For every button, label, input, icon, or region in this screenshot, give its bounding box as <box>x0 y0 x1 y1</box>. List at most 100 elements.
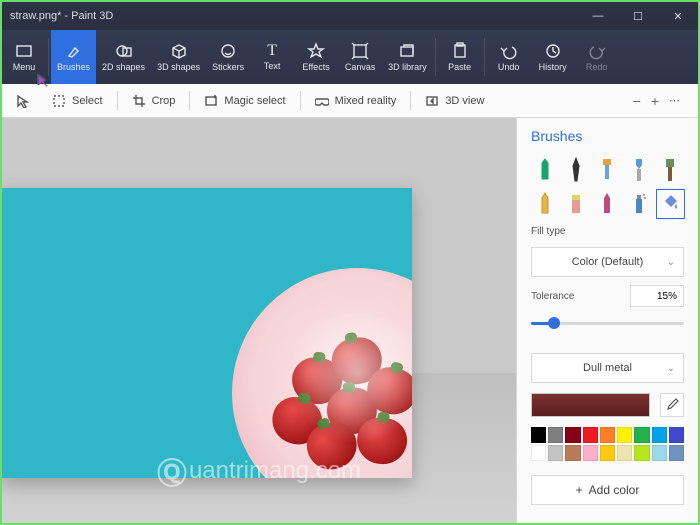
maximize-button[interactable]: ☐ <box>618 2 658 30</box>
tolerance-label: Tolerance <box>531 291 574 302</box>
menu-button[interactable]: Menu <box>2 30 46 84</box>
palette-swatch[interactable] <box>531 445 546 461</box>
side-panel: Brushes Fill type Color (Default) ⌄ Tole… <box>516 118 698 523</box>
palette-swatch[interactable] <box>600 445 615 461</box>
3d-library-tab[interactable]: 3D library <box>382 30 433 84</box>
history-icon <box>544 42 562 60</box>
brush-icon <box>65 42 83 60</box>
redo-button[interactable]: Redo <box>575 30 619 84</box>
palette-swatch[interactable] <box>617 427 632 443</box>
pointer-tool[interactable] <box>8 90 38 112</box>
palette-swatch[interactable] <box>634 427 649 443</box>
palette-swatch[interactable] <box>565 427 580 443</box>
select-tool[interactable]: Select <box>44 90 111 112</box>
brush-oil[interactable] <box>594 156 621 184</box>
select-icon <box>52 94 66 108</box>
effects-tab[interactable]: Effects <box>294 30 338 84</box>
minimize-button[interactable]: — <box>578 2 618 30</box>
3d-shapes-tab[interactable]: 3D shapes <box>151 30 206 84</box>
palette-swatch[interactable] <box>600 427 615 443</box>
ribbon-toolbar: Menu Brushes 2D shapes 3D shapes Sticker… <box>2 30 698 84</box>
3d-library-icon <box>398 42 416 60</box>
tolerance-slider[interactable] <box>531 315 684 331</box>
pointer-icon <box>16 94 30 108</box>
close-button[interactable]: ✕ <box>658 2 698 30</box>
image-strawberry <box>266 391 329 451</box>
menu-icon <box>15 42 33 60</box>
current-color-swatch[interactable] <box>531 393 650 417</box>
brush-fill[interactable] <box>657 190 684 218</box>
separator <box>410 91 411 111</box>
paste-label: Paste <box>448 62 471 72</box>
canvas-icon <box>351 42 369 60</box>
palette-swatch[interactable] <box>531 427 546 443</box>
chevron-down-icon: ⌄ <box>667 363 675 374</box>
brush-spray[interactable] <box>625 190 652 218</box>
palette-swatch[interactable] <box>548 445 563 461</box>
palette-swatch[interactable] <box>565 445 580 461</box>
menu-label: Menu <box>13 62 36 72</box>
history-label: History <box>539 62 567 72</box>
magic-select-label: Magic select <box>224 95 285 107</box>
palette-swatch[interactable] <box>652 445 667 461</box>
zoom-more-button[interactable]: ⋯ <box>669 94 682 107</box>
chevron-down-icon: ⌄ <box>667 257 675 268</box>
crop-label: Crop <box>152 95 176 107</box>
palette-swatch[interactable] <box>583 427 598 443</box>
canvas-tab[interactable]: Canvas <box>338 30 382 84</box>
fill-type-label: Fill type <box>531 226 684 237</box>
2d-shapes-label: 2D shapes <box>102 62 145 72</box>
palette-swatch[interactable] <box>617 445 632 461</box>
text-icon: T <box>267 43 277 59</box>
image-plate <box>232 268 412 478</box>
2d-shapes-icon <box>115 42 133 60</box>
content-area: Ⓠuantrimang.com Brushes Fill type Color … <box>2 118 698 523</box>
2d-shapes-tab[interactable]: 2D shapes <box>96 30 151 84</box>
palette-swatch[interactable] <box>634 445 649 461</box>
3d-view-label: 3D view <box>445 95 484 107</box>
brushes-label: Brushes <box>57 62 90 72</box>
undo-icon <box>500 42 518 60</box>
fill-type-select[interactable]: Color (Default) ⌄ <box>531 247 684 277</box>
undo-button[interactable]: Undo <box>487 30 531 84</box>
3d-shapes-label: 3D shapes <box>157 62 200 72</box>
3d-view-icon <box>425 94 439 108</box>
canvas-image[interactable] <box>2 188 412 478</box>
palette-swatch[interactable] <box>652 427 667 443</box>
paste-button[interactable]: Paste <box>438 30 482 84</box>
crop-tool[interactable]: Crop <box>124 90 184 112</box>
zoom-in-button[interactable]: + <box>651 93 659 109</box>
brush-pixel[interactable] <box>657 156 684 184</box>
eyedropper-icon <box>665 398 679 412</box>
image-strawberry <box>289 355 345 408</box>
palette-swatch[interactable] <box>669 445 684 461</box>
brushes-tab[interactable]: Brushes <box>51 30 96 84</box>
brush-crayon[interactable] <box>594 190 621 218</box>
zoom-out-button[interactable]: − <box>633 93 641 109</box>
canvas-viewport[interactable]: Ⓠuantrimang.com <box>2 118 516 523</box>
magic-select-tool[interactable]: Magic select <box>196 90 293 112</box>
effects-icon <box>307 42 325 60</box>
palette-swatch[interactable] <box>669 427 684 443</box>
text-tab[interactable]: T Text <box>250 30 294 84</box>
material-select[interactable]: Dull metal ⌄ <box>531 353 684 383</box>
palette-swatch[interactable] <box>583 445 598 461</box>
image-strawberry <box>325 386 379 436</box>
brush-calligraphy[interactable] <box>562 156 589 184</box>
add-color-label: Add color <box>589 483 640 497</box>
brush-eraser[interactable] <box>562 190 589 218</box>
brush-watercolor[interactable] <box>625 156 652 184</box>
3d-shapes-icon <box>170 42 188 60</box>
eyedropper-button[interactable] <box>660 393 684 417</box>
window-title: straw.png* - Paint 3D <box>2 10 578 22</box>
brush-marker[interactable] <box>531 156 558 184</box>
add-color-button[interactable]: + Add color <box>531 475 684 505</box>
mixed-reality-icon <box>315 94 329 108</box>
history-button[interactable]: History <box>531 30 575 84</box>
3d-view-tool[interactable]: 3D view <box>417 90 492 112</box>
stickers-tab[interactable]: Stickers <box>206 30 250 84</box>
mixed-reality-tool[interactable]: Mixed reality <box>307 90 405 112</box>
palette-swatch[interactable] <box>548 427 563 443</box>
tolerance-input[interactable] <box>630 285 684 307</box>
brush-pencil[interactable] <box>531 190 558 218</box>
